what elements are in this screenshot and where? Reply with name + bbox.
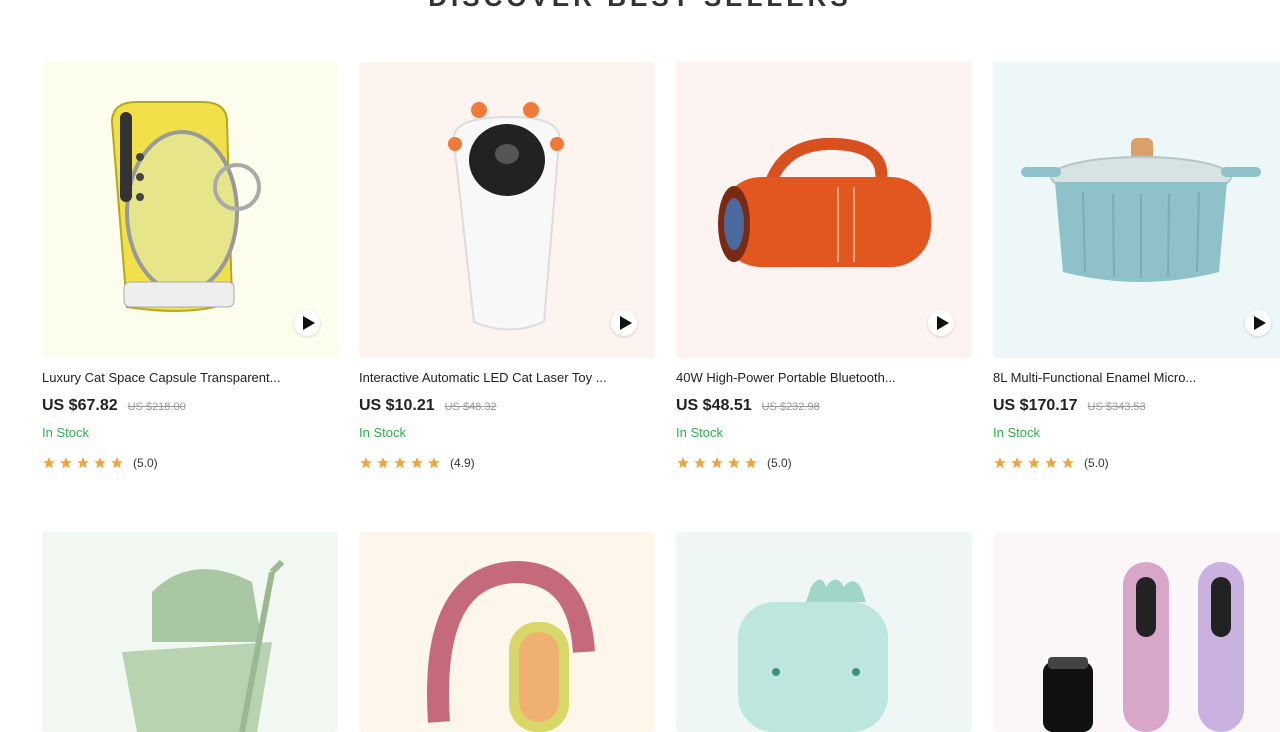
star-icon xyxy=(411,457,423,469)
product-card[interactable] xyxy=(42,532,340,732)
star-icon xyxy=(77,457,89,469)
product-old-price: US $232.98 xyxy=(761,401,820,413)
star-icon xyxy=(1045,457,1057,469)
stock-status: In Stock xyxy=(676,425,723,440)
baby-stroller-image xyxy=(122,559,285,732)
star-icon xyxy=(1028,457,1040,469)
star-icon xyxy=(394,457,406,469)
product-image[interactable] xyxy=(42,532,338,732)
product-card[interactable] xyxy=(359,532,657,732)
rating-value: (5.0) xyxy=(133,456,158,470)
rating: (5.0) xyxy=(993,456,1280,470)
stock-status: In Stock xyxy=(359,425,406,440)
play-video-button[interactable] xyxy=(928,310,954,336)
rating: (5.0) xyxy=(676,456,974,470)
star-icon xyxy=(360,457,372,469)
star-icon xyxy=(428,457,440,469)
bluetooth-speaker-image xyxy=(718,137,931,267)
product-image[interactable] xyxy=(676,532,972,732)
star-icon xyxy=(694,457,706,469)
product-image[interactable] xyxy=(359,532,655,732)
stock-status: In Stock xyxy=(42,425,89,440)
star-icon xyxy=(43,457,55,469)
product-image[interactable] xyxy=(42,62,338,358)
product-name[interactable]: 8L Multi-Functional Enamel Micro... xyxy=(993,370,1275,385)
star-icon xyxy=(111,457,123,469)
rating: (4.9) xyxy=(359,456,657,470)
star-icon xyxy=(711,457,723,469)
product-price: US $10.21 xyxy=(359,397,435,414)
dinosaur-speaker-image xyxy=(738,579,888,732)
cat-backpack-image xyxy=(110,101,261,312)
product-image[interactable] xyxy=(359,62,655,358)
product-old-price: US $343.53 xyxy=(1087,401,1146,413)
star-icon xyxy=(994,457,1006,469)
rating-value: (5.0) xyxy=(767,456,792,470)
star-icon xyxy=(377,457,389,469)
star-icon xyxy=(728,457,740,469)
star-icon xyxy=(60,457,72,469)
product-image[interactable] xyxy=(993,62,1280,358)
product-name[interactable]: 40W High-Power Portable Bluetooth... xyxy=(676,370,958,385)
star-icon xyxy=(94,457,106,469)
play-video-button[interactable] xyxy=(1245,310,1271,336)
headphones-image xyxy=(427,560,595,732)
product-image[interactable] xyxy=(993,532,1280,732)
section-title: DISCOVER BEST SELLERS xyxy=(0,0,1280,13)
product-old-price: US $218.00 xyxy=(127,401,186,413)
product-card[interactable]: Interactive Automatic LED Cat Laser Toy … xyxy=(359,62,657,532)
rating: (5.0) xyxy=(42,456,340,470)
product-price: US $67.82 xyxy=(42,397,118,414)
product-price: US $170.17 xyxy=(993,397,1078,414)
enamel-pot-image xyxy=(1021,138,1261,282)
rating-value: (4.9) xyxy=(450,456,475,470)
product-old-price: US $48.32 xyxy=(444,401,497,413)
product-name[interactable]: Luxury Cat Space Capsule Transparent... xyxy=(42,370,324,385)
cat-laser-toy-image xyxy=(448,102,564,331)
product-card[interactable] xyxy=(993,532,1280,732)
product-price: US $48.51 xyxy=(676,397,752,414)
star-icon xyxy=(1062,457,1074,469)
play-video-button[interactable] xyxy=(611,310,637,336)
product-card[interactable]: Luxury Cat Space Capsule Transparent... … xyxy=(42,62,340,532)
star-icon xyxy=(677,457,689,469)
star-icon xyxy=(1011,457,1023,469)
star-icon xyxy=(745,457,757,469)
play-video-button[interactable] xyxy=(294,310,320,336)
rating-value: (5.0) xyxy=(1084,456,1109,470)
product-image[interactable] xyxy=(676,62,972,358)
stock-status: In Stock xyxy=(993,425,1040,440)
product-name[interactable]: Interactive Automatic LED Cat Laser Toy … xyxy=(359,370,641,385)
product-grid: Luxury Cat Space Capsule Transparent... … xyxy=(42,62,1280,732)
product-card[interactable]: 8L Multi-Functional Enamel Micro... US $… xyxy=(993,62,1280,532)
hair-styler-image xyxy=(1043,562,1244,732)
product-card[interactable] xyxy=(676,532,974,732)
product-card[interactable]: 40W High-Power Portable Bluetooth... US … xyxy=(676,62,974,532)
